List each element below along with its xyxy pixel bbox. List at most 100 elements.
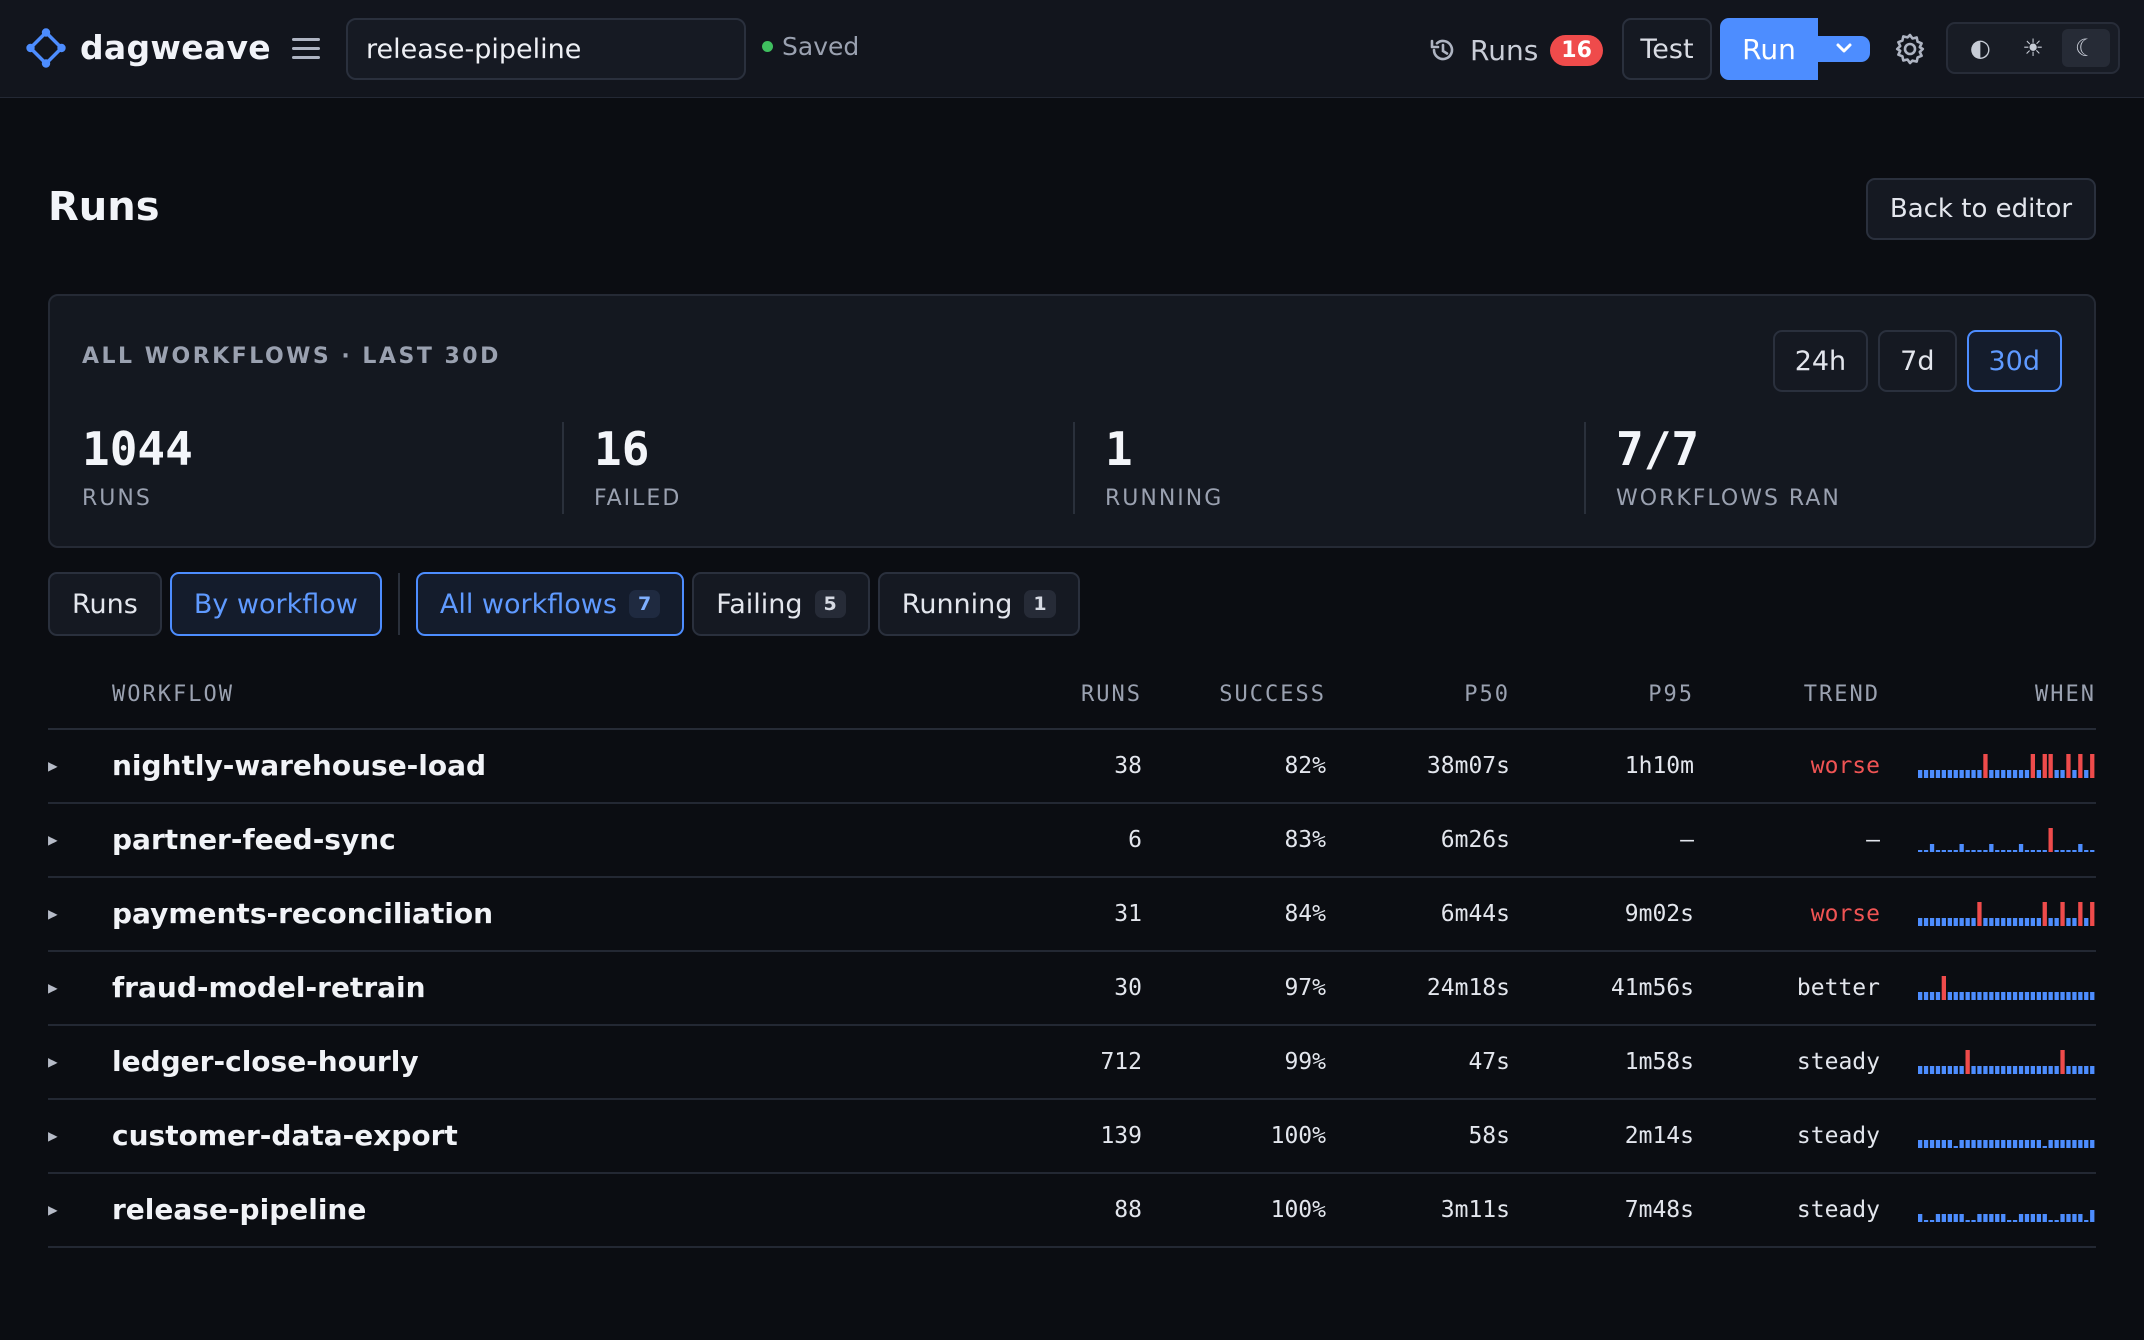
run-bar[interactable] [1941,1140,1946,1148]
run-bar[interactable] [2066,1140,2071,1148]
run-bar[interactable] [1918,918,1923,926]
run-bar[interactable] [1977,992,1982,1000]
run-history-sparkline[interactable] [1918,970,2096,1008]
run-bar[interactable] [2012,918,2018,926]
col-workflow[interactable]: WORKFLOW [112,682,234,707]
col-p95[interactable]: P95 [1648,682,1694,707]
run-bar[interactable] [2078,992,2083,1000]
run-bar[interactable] [2001,1066,2006,1074]
run-bar-failed[interactable] [2090,902,2095,926]
run-bar[interactable] [2072,1140,2077,1148]
run-bar[interactable] [1971,918,1976,926]
run-bar[interactable] [1935,1066,1941,1074]
run-bar[interactable] [2007,850,2012,852]
run-bar[interactable] [2078,1140,2083,1148]
run-bar[interactable] [2030,1140,2035,1148]
run-bar[interactable] [1947,1140,1952,1148]
run-bar[interactable] [1971,1220,1976,1222]
run-bar[interactable] [2001,1214,2006,1222]
run-bar[interactable] [2036,1214,2041,1222]
run-bar-failed[interactable] [2066,754,2071,778]
run-bar[interactable] [2042,850,2047,852]
run-bar[interactable] [2072,1214,2077,1222]
run-bar[interactable] [1959,1214,1964,1222]
run-bar[interactable] [2060,1140,2065,1148]
run-bar[interactable] [1959,992,1964,1000]
run-bar[interactable] [2007,918,2012,926]
run-bar[interactable] [1983,1140,1988,1148]
run-bar[interactable] [2024,1140,2030,1148]
workflow-name[interactable]: fraud-model-retrain [112,971,426,1004]
run-bar[interactable] [1947,1066,1952,1074]
run-bar[interactable] [1965,992,1970,1000]
run-bar-failed[interactable] [2090,754,2095,778]
run-bar[interactable] [2036,918,2041,926]
run-bar[interactable] [2054,1220,2059,1222]
run-bar[interactable] [2001,850,2006,852]
run-bar[interactable] [1977,1066,1982,1074]
run-bar[interactable] [2030,992,2035,1000]
run-history-sparkline[interactable] [1918,1192,2096,1230]
col-runs[interactable]: RUNS [1081,682,1142,707]
run-bar[interactable] [1989,1066,1994,1074]
run-bar[interactable] [2024,918,2030,926]
run-options-button[interactable] [1818,36,1870,62]
run-bar[interactable] [1965,850,1970,852]
run-bar-failed[interactable] [1941,976,1946,1000]
run-bar[interactable] [2078,1214,2083,1222]
expand-caret-icon[interactable]: ▶ [48,1126,58,1145]
expand-caret-icon[interactable]: ▶ [48,756,58,775]
col-p50[interactable]: P50 [1464,682,1510,707]
run-bar[interactable] [2042,992,2047,1000]
run-bar[interactable] [2036,770,2041,778]
run-bar[interactable] [1995,1140,2000,1148]
run-bar[interactable] [2001,992,2006,1000]
run-bar[interactable] [1929,992,1935,1000]
expand-caret-icon[interactable]: ▶ [48,1200,58,1219]
run-bar[interactable] [1953,1066,1958,1074]
run-bar[interactable] [2066,850,2071,852]
run-bar[interactable] [1941,770,1946,778]
filter-all-workflows[interactable]: All workflows 7 [415,572,685,636]
workflow-name[interactable]: partner-feed-sync [112,823,396,856]
run-bar[interactable] [2036,850,2041,852]
workflow-name[interactable]: payments-reconciliation [112,897,493,930]
run-bar[interactable] [2060,770,2065,778]
run-bar[interactable] [2090,992,2095,1000]
workflow-name[interactable]: customer-data-export [112,1119,458,1152]
run-bar-failed[interactable] [2048,754,2053,778]
menu-icon[interactable] [292,34,320,62]
run-bar[interactable] [1935,992,1941,1000]
run-bar[interactable] [1929,918,1935,926]
run-bar[interactable] [1923,850,1929,852]
run-history-sparkline[interactable] [1918,748,2096,786]
run-bar[interactable] [2054,850,2059,852]
run-bar[interactable] [2018,1140,2024,1148]
run-bar[interactable] [2007,1220,2012,1222]
run-bar[interactable] [2024,1214,2030,1222]
run-bar[interactable] [2072,918,2077,926]
run-bar[interactable] [1947,1214,1952,1222]
run-bar[interactable] [2018,918,2024,926]
run-bar[interactable] [2030,918,2035,926]
workflow-name[interactable]: ledger-close-hourly [112,1045,419,1078]
run-bar[interactable] [1995,992,2000,1000]
run-bar[interactable] [1929,770,1935,778]
table-row[interactable]: ▶ partner-feed-sync 6 83% 6m26s – – [48,804,2096,878]
dagweave-logo-icon[interactable] [26,28,66,68]
run-bar[interactable] [1953,770,1958,778]
back-to-editor-button[interactable]: Back to editor [1866,178,2096,240]
run-bar[interactable] [1971,1140,1976,1148]
run-bar[interactable] [2066,918,2071,926]
run-bar-failed[interactable] [2042,754,2047,778]
run-bar[interactable] [2066,1214,2071,1222]
run-bar[interactable] [1923,770,1929,778]
run-history-sparkline[interactable] [1918,1118,2096,1156]
workflow-name[interactable]: nightly-warehouse-load [112,749,486,782]
run-bar[interactable] [2066,1066,2071,1074]
run-bar[interactable] [1918,1140,1923,1148]
run-bar[interactable] [2030,850,2035,852]
table-row[interactable]: ▶ customer-data-export 139 100% 58s 2m14s stea… [48,1100,2096,1174]
run-bar[interactable] [1953,850,1958,852]
run-bar[interactable] [1959,844,1964,852]
